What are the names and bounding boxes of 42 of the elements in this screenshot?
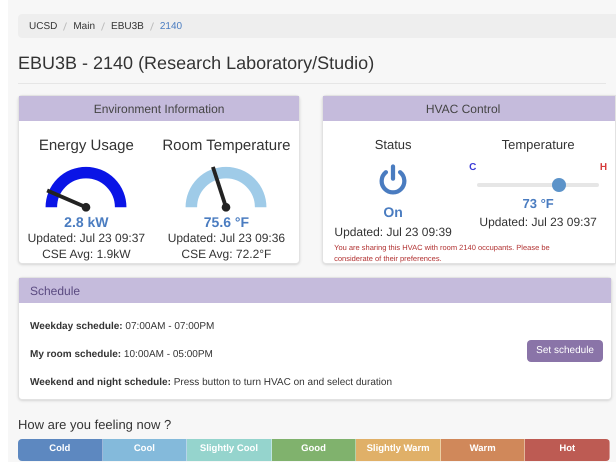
page-title: EBU3B - 2140 (Research Laboratory/Studio) (18, 50, 606, 84)
separator-icon (101, 22, 106, 30)
separator-icon (63, 22, 68, 30)
status-label: Status (374, 136, 412, 154)
temperature-reading: 73 °F (522, 194, 554, 212)
schedule-line: Weekend and night schedule: Press button to turn HVAC on and select duration (30, 376, 392, 390)
feeling-question: How are you feeling now ? (18, 416, 172, 434)
breadcrumb-link[interactable]: UCSD (29, 18, 58, 34)
panel-header: Environment Information (19, 96, 300, 121)
average-text: CSE Avg: 72.2°F (181, 246, 272, 262)
average-text: CSE Avg: 1.9kW (42, 246, 131, 262)
temperature-slider[interactable] (477, 178, 600, 192)
gauge-needle (211, 166, 231, 212)
temperature-label: Temperature (502, 136, 575, 154)
gauge-reading: 75.6 °F (204, 214, 250, 230)
separator-icon (150, 22, 154, 30)
set-schedule-button[interactable]: Set schedule (527, 340, 603, 362)
breadcrumb-link[interactable]: Main (73, 18, 96, 34)
breadcrumb-link[interactable]: 2140 (160, 18, 182, 34)
cold-mark: C (469, 160, 476, 174)
feeling-button[interactable]: Slightly Warm (356, 438, 441, 460)
schedule-line: My room schedule: 10:00AM - 05:00PM (30, 348, 214, 362)
gauge-reading: 2.8 kW (64, 214, 109, 230)
updated-text: Updated: Jul 23 09:36 (168, 230, 286, 246)
updated-text: Updated: Jul 23 09:37 (28, 230, 146, 246)
gauge-needle (46, 188, 91, 212)
hot-mark: H (600, 160, 608, 174)
feeling-button[interactable]: Good (272, 438, 356, 460)
gauge-label: Energy Usage (38, 136, 134, 156)
updated-text: Updated: Jul 23 09:39 (334, 224, 452, 240)
panel-header: HVAC Control (323, 96, 615, 121)
slider-thumb[interactable] (552, 178, 566, 192)
gauge-label: Room Temperature (162, 136, 290, 156)
feeling-button[interactable]: Hot (525, 438, 610, 460)
updated-text: Updated: Jul 23 09:37 (479, 214, 597, 231)
panel-header: Schedule (19, 278, 611, 303)
feeling-button[interactable]: Warm (440, 438, 526, 460)
feeling-button[interactable]: Cool (102, 438, 188, 460)
schedule-line: Weekday schedule: 07:00AM - 07:00PM (30, 320, 216, 334)
feeling-button[interactable]: Cold (18, 438, 103, 460)
status-value: On (383, 202, 403, 222)
breadcrumb-link[interactable]: EBU3B (111, 18, 144, 34)
